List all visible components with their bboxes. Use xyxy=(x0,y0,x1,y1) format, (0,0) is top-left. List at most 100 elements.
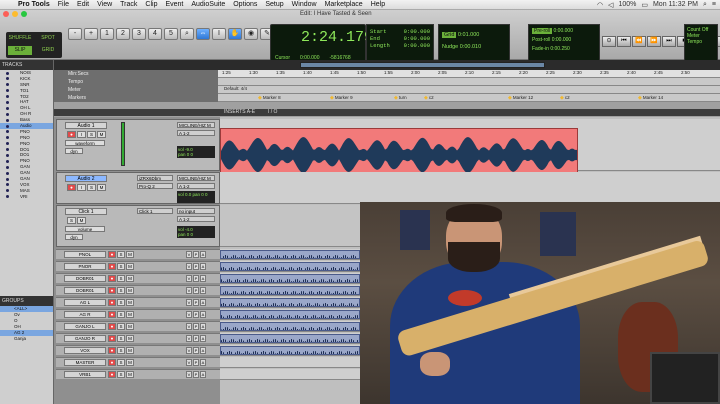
session-overview[interactable] xyxy=(300,62,545,68)
record-enable-button[interactable]: ● xyxy=(108,251,116,258)
track-view-selector[interactable]: waveform xyxy=(65,140,105,146)
trim-tool-icon[interactable]: ⇔ xyxy=(196,28,210,40)
grid-mode-button[interactable]: GRID xyxy=(36,46,60,55)
solo-button[interactable]: S xyxy=(117,275,125,282)
zoom-in-button[interactable]: + xyxy=(84,28,98,40)
track-name[interactable]: VOX xyxy=(64,347,106,354)
audio-clip[interactable] xyxy=(220,286,360,295)
record-enable-button[interactable]: ● xyxy=(108,275,116,282)
marker[interactable]: c2 xyxy=(560,95,570,101)
input-selector[interactable]: MICLINE/HIZ M xyxy=(177,122,215,128)
automation-indicator[interactable]: A xyxy=(200,359,206,366)
main-counter[interactable]: 2:24.179 Cursor 0:00.000 -5816768 xyxy=(270,24,373,62)
preroll-label[interactable]: Pre-roll xyxy=(532,28,553,34)
solo-button[interactable]: S xyxy=(117,263,125,270)
input-selector[interactable]: no input xyxy=(177,208,215,214)
zoom-preset-2[interactable]: 2 xyxy=(116,28,130,40)
groups-header[interactable]: GROUPS xyxy=(0,296,53,306)
postroll-label[interactable]: Post-roll xyxy=(532,37,550,43)
pan-value[interactable]: 0 0 xyxy=(187,232,193,237)
input-selector[interactable]: MICLINE/HIZ M xyxy=(177,175,215,181)
audio-clip[interactable] xyxy=(220,346,360,355)
grid-label[interactable]: Grid xyxy=(442,32,457,38)
volume-indicator[interactable]: V xyxy=(186,287,192,294)
menu-track[interactable]: Track xyxy=(116,1,141,8)
length-value[interactable]: 0:00.000 xyxy=(404,42,430,49)
track-name[interactable]: DOBR01 xyxy=(64,287,106,294)
audio-clip[interactable] xyxy=(220,298,360,307)
pan-indicator[interactable]: P xyxy=(193,359,199,366)
rewind-icon[interactable]: ⏪ xyxy=(632,36,646,47)
solo-button[interactable]: S xyxy=(117,347,125,354)
marker[interactable]: Marker 12 xyxy=(508,95,533,101)
zoom-icon[interactable] xyxy=(21,11,27,17)
marker[interactable]: Marker 14 xyxy=(638,95,663,101)
marker[interactable]: Marker 9 xyxy=(330,95,353,101)
audio-clip[interactable] xyxy=(220,262,360,271)
solo-button[interactable]: S xyxy=(117,335,125,342)
input-monitor-button[interactable]: I xyxy=(77,131,86,138)
menu-file[interactable]: File xyxy=(54,1,73,8)
record-enable-button[interactable]: ● xyxy=(67,131,76,138)
clock[interactable]: Mon 11:32 PM xyxy=(653,1,698,8)
volume-indicator[interactable]: V xyxy=(186,251,192,258)
audio-clip[interactable] xyxy=(220,250,360,259)
close-icon[interactable] xyxy=(3,11,9,17)
mute-button[interactable]: M xyxy=(126,347,134,354)
record-enable-button[interactable]: ● xyxy=(108,311,116,318)
selection-counter[interactable]: Start 0:00.000 End 0:00.000 Length 0:00.000 xyxy=(366,24,434,62)
mute-button[interactable]: M xyxy=(126,251,134,258)
track-name[interactable]: GANJO R xyxy=(64,335,106,342)
volume-indicator[interactable]: V xyxy=(186,263,192,270)
output-selector[interactable]: A 1-2 xyxy=(177,130,215,136)
solo-button[interactable]: S xyxy=(87,131,96,138)
mute-button[interactable]: M xyxy=(126,323,134,330)
automation-indicator[interactable]: A xyxy=(200,347,206,354)
output-selector[interactable]: A 1-2 xyxy=(177,183,215,189)
track-list-item[interactable]: VRI xyxy=(0,194,53,200)
meter-ruler[interactable]: Default: 4/4 xyxy=(218,86,720,94)
automation-indicator[interactable]: A xyxy=(200,275,206,282)
pan-indicator[interactable]: P xyxy=(193,299,199,306)
tempo-ruler-label[interactable]: Tempo xyxy=(54,78,218,86)
track-name[interactable]: Audio 2 xyxy=(65,175,107,182)
track-name[interactable]: DOBR01 xyxy=(64,275,106,282)
forward-icon[interactable]: ⏩ xyxy=(647,36,661,47)
mute-button[interactable]: M xyxy=(97,131,106,138)
scrubber-tool-icon[interactable]: ◉ xyxy=(244,28,258,40)
automation-indicator[interactable]: A xyxy=(200,299,206,306)
track-view-selector[interactable]: volume xyxy=(65,226,105,232)
battery-icon[interactable]: ▭ xyxy=(641,1,648,9)
automation-indicator[interactable]: A xyxy=(200,323,206,330)
tempo-ruler[interactable] xyxy=(218,78,720,86)
mute-button[interactable]: M xyxy=(77,217,86,224)
track-name[interactable]: VRB1 xyxy=(64,371,106,378)
start-value[interactable]: 0:00.000 xyxy=(404,28,430,35)
grid-value[interactable]: 0:01.000 xyxy=(458,32,479,38)
track-name[interactable]: AG R xyxy=(64,311,106,318)
track-name[interactable]: Click 1 xyxy=(65,208,107,215)
minsecs-ruler[interactable]: 1:25 1:30 1:35 1:40 1:45 1:50 1:55 2:00 2:05 2:10… xyxy=(218,70,720,78)
pan-indicator[interactable]: P xyxy=(193,347,199,354)
menu-marketplace[interactable]: Marketplace xyxy=(321,1,367,8)
minsecs-ruler-label[interactable]: Min:Secs xyxy=(54,70,218,78)
pan-value[interactable]: 0 0 xyxy=(187,152,193,157)
pan-value[interactable]: 0 0 xyxy=(201,192,207,197)
mute-button[interactable]: M xyxy=(126,263,134,270)
track-name[interactable]: PNOL xyxy=(64,251,106,258)
menu-event[interactable]: Event xyxy=(161,1,187,8)
record-enable-button[interactable]: ● xyxy=(108,359,116,366)
solo-button[interactable]: S xyxy=(117,299,125,306)
automation-indicator[interactable]: A xyxy=(200,311,206,318)
spot-mode-button[interactable]: SPOT xyxy=(36,34,60,43)
volume-indicator[interactable]: V xyxy=(186,335,192,342)
track-name[interactable]: GANJO L xyxy=(64,323,106,330)
mute-button[interactable]: M xyxy=(97,184,106,191)
pre-post-roll[interactable]: Pre-roll 0:00.000 Post-roll 0:00.000 Fad… xyxy=(528,24,600,62)
menu-window[interactable]: Window xyxy=(288,1,321,8)
solo-button[interactable]: S xyxy=(117,311,125,318)
track-name[interactable]: AG L xyxy=(64,299,106,306)
rtz-icon[interactable]: ⏮ xyxy=(617,36,631,47)
volume-indicator[interactable]: V xyxy=(186,275,192,282)
pan-indicator[interactable]: P xyxy=(193,335,199,342)
